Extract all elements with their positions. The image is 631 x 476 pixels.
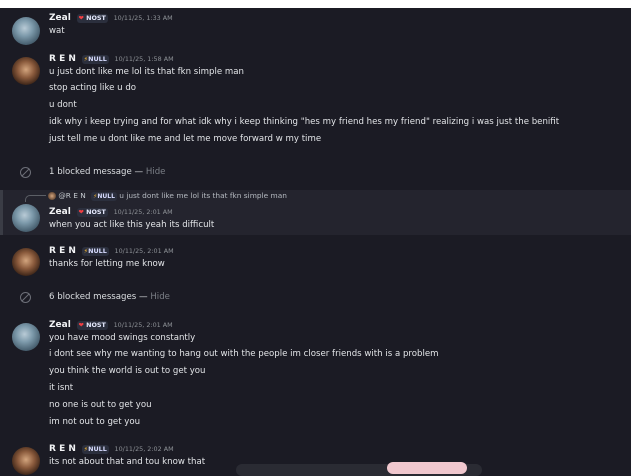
- reply-avatar: [48, 192, 56, 200]
- avatar-zeal[interactable]: [12, 17, 40, 45]
- blocked-icon: [20, 292, 31, 303]
- avatar-ren[interactable]: [12, 248, 40, 276]
- server-tag-badge[interactable]: ⚡NULL: [81, 54, 109, 64]
- reply-connector: [25, 195, 46, 202]
- username[interactable]: R E N: [49, 54, 76, 64]
- timestamp: 10/11/25, 2:01 AM: [113, 208, 173, 216]
- blocked-icon: [20, 167, 31, 178]
- message-text: u dont: [49, 100, 77, 110]
- server-tag-badge[interactable]: ⚡NULL: [81, 444, 109, 454]
- reply-text: u just dont like me lol its that fkn sim…: [119, 191, 287, 200]
- timestamp: 10/11/25, 2:01 AM: [114, 247, 174, 255]
- highlight-bar: [0, 190, 3, 235]
- blocked-messages-notice: 1 blocked message — Hide: [0, 166, 631, 181]
- badge-label: NULL: [88, 444, 107, 453]
- badge-label: NOST: [86, 320, 106, 329]
- message-header: Zeal ❤ NOST 10/11/25, 2:01 AM: [49, 207, 173, 218]
- badge-label: NOST: [86, 13, 106, 22]
- username[interactable]: R E N: [49, 246, 76, 256]
- username[interactable]: R E N: [49, 444, 76, 454]
- message-header: R E N ⚡NULL 10/11/25, 2:02 AM: [49, 444, 174, 455]
- timestamp: 10/11/25, 2:02 AM: [114, 445, 174, 453]
- server-tag-badge[interactable]: ⚡NULL: [81, 246, 109, 256]
- message-text: it isnt: [49, 383, 74, 393]
- hide-blocked-button[interactable]: Hide: [150, 292, 170, 302]
- message-text: just tell me u dont like me and let me m…: [49, 134, 322, 144]
- message-text: stop acting like u do: [49, 83, 137, 93]
- top-window-edge: [0, 0, 631, 8]
- blocked-count-text: 6 blocked messages: [49, 292, 137, 302]
- blocked-messages-notice: 6 blocked messages — Hide: [0, 291, 631, 306]
- username[interactable]: Zeal: [49, 207, 71, 217]
- message-zeal-reply: @R E N ⚡NULL u just dont like me lol its…: [0, 190, 631, 235]
- message-text: its not about that and tou know that: [49, 457, 206, 467]
- blocked-text-wrap: 1 blocked message — Hide: [49, 166, 165, 179]
- message-text: u just dont like me lol its that fkn sim…: [49, 67, 244, 77]
- message-text: thanks for letting me know: [49, 259, 165, 269]
- blocked-separator: —: [136, 292, 151, 302]
- blocked-separator: —: [131, 167, 146, 177]
- timestamp: 10/11/25, 2:01 AM: [113, 321, 173, 329]
- message-text: i dont see why me wanting to hang out wi…: [49, 349, 439, 359]
- message-header: Zeal ❤ NOST 10/11/25, 2:01 AM: [49, 320, 173, 331]
- message-header: R E N ⚡NULL 10/11/25, 1:58 AM: [49, 54, 174, 65]
- timestamp: 10/11/25, 1:33 AM: [113, 14, 173, 22]
- message-text: when you act like this yeah its difficul…: [49, 220, 215, 230]
- message-text: no one is out to get you: [49, 400, 152, 410]
- avatar-zeal[interactable]: [12, 323, 40, 351]
- badge-label: NULL: [97, 192, 115, 200]
- message-text: im not out to get you: [49, 417, 141, 427]
- username[interactable]: Zeal: [49, 13, 71, 23]
- message-text: you have mood swings constantly: [49, 333, 196, 343]
- avatar-ren[interactable]: [12, 57, 40, 85]
- reply-reference[interactable]: @R E N ⚡NULL u just dont like me lol its…: [48, 191, 287, 201]
- server-tag-badge[interactable]: ❤ NOST: [76, 320, 108, 330]
- message-text: idk why i keep trying and for what idk w…: [49, 117, 560, 127]
- reply-badge: ⚡NULL: [91, 191, 117, 201]
- message-header: R E N ⚡NULL 10/11/25, 2:01 AM: [49, 246, 174, 257]
- message-header: Zeal ❤ NOST 10/11/25, 1:33 AM: [49, 13, 173, 24]
- hide-blocked-button[interactable]: Hide: [146, 167, 166, 177]
- heart-icon: ❤: [78, 320, 84, 329]
- timestamp: 10/11/25, 1:58 AM: [114, 55, 174, 63]
- badge-label: NOST: [86, 207, 106, 216]
- avatar-ren[interactable]: [12, 447, 40, 475]
- message-text: you think the world is out to get you: [49, 366, 206, 376]
- reply-author[interactable]: @R E N: [58, 191, 85, 200]
- input-accent-button[interactable]: [387, 462, 467, 474]
- username[interactable]: Zeal: [49, 320, 71, 330]
- blocked-count-text: 1 blocked message: [49, 167, 132, 177]
- heart-icon: ❤: [78, 207, 84, 216]
- avatar-zeal[interactable]: [12, 204, 40, 232]
- blocked-text-wrap: 6 blocked messages — Hide: [49, 291, 170, 304]
- server-tag-badge[interactable]: ❤ NOST: [76, 207, 108, 217]
- message-text: wat: [49, 26, 65, 36]
- badge-label: NULL: [88, 246, 107, 255]
- badge-label: NULL: [88, 54, 107, 63]
- heart-icon: ❤: [78, 13, 84, 22]
- server-tag-badge[interactable]: ❤ NOST: [76, 13, 108, 23]
